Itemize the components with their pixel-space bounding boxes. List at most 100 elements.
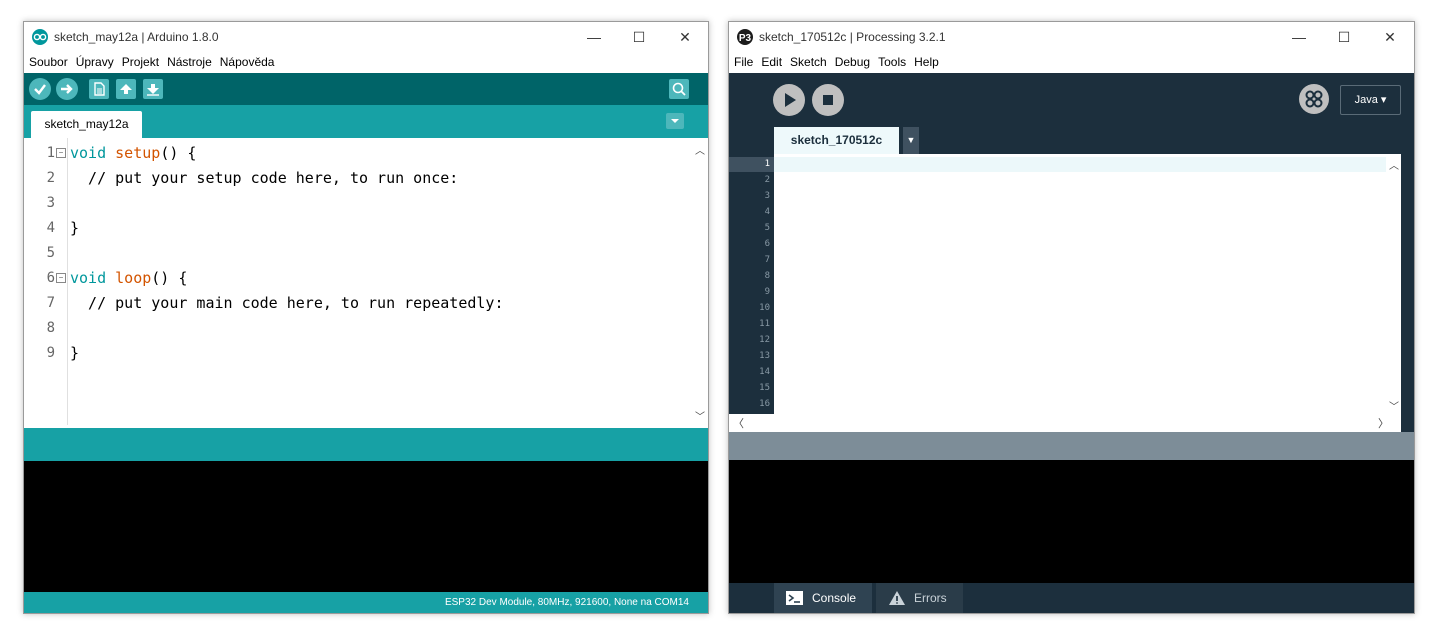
arrow-down-icon <box>147 84 159 96</box>
scroll-right-icon[interactable]: 〉 <box>1378 415 1389 431</box>
minimize-icon[interactable]: — <box>1276 22 1322 52</box>
mode-selector[interactable]: Java ▾ <box>1340 85 1401 115</box>
close-icon[interactable]: ✕ <box>662 22 708 52</box>
save-button[interactable] <box>143 79 163 99</box>
line-number: 6 <box>46 270 55 286</box>
chevron-down-icon <box>671 119 679 123</box>
run-button[interactable] <box>773 84 805 116</box>
line-number: 4 <box>764 207 770 217</box>
menu-napoveda[interactable]: Nápověda <box>216 52 279 72</box>
open-button[interactable] <box>116 79 136 99</box>
status-bar <box>729 432 1414 460</box>
line-number: 15 <box>759 383 770 393</box>
line-number: 11 <box>759 319 770 329</box>
line-number: 8 <box>46 320 55 336</box>
vertical-scrollbar[interactable]: ︿ ﹀ <box>692 138 708 425</box>
line-number: 9 <box>764 287 770 297</box>
menu-nastroje[interactable]: Nástroje <box>163 52 216 72</box>
tab-sketch[interactable]: sketch_170512c <box>774 127 899 154</box>
line-number: 7 <box>764 255 770 265</box>
line-number: 7 <box>46 295 55 311</box>
menu-debug[interactable]: Debug <box>831 52 874 72</box>
verify-button[interactable] <box>29 78 51 100</box>
menu-sketch[interactable]: Sketch <box>786 52 831 72</box>
keyword: void <box>70 144 107 162</box>
arrow-right-icon <box>61 84 73 94</box>
new-button[interactable] <box>89 79 109 99</box>
board-status: ESP32 Dev Module, 80MHz, 921600, None na… <box>444 597 689 608</box>
line-number: 5 <box>764 223 770 233</box>
console-output[interactable] <box>729 460 1414 583</box>
code-line-1: void setup() { <box>70 144 196 162</box>
code-editor[interactable]: 1 − 2 3 4 5 6 − 7 8 9 void setup() { // … <box>24 138 708 425</box>
new-file-icon <box>94 82 105 96</box>
line-number: 2 <box>46 170 55 186</box>
line-number: 10 <box>759 303 770 313</box>
scroll-up-icon[interactable]: ︿ <box>1389 157 1399 172</box>
close-icon[interactable]: ✕ <box>1367 22 1413 52</box>
menu-file[interactable]: File <box>729 52 757 72</box>
line-number: 6 <box>764 239 770 249</box>
maximize-icon[interactable]: ☐ <box>1321 22 1367 52</box>
keyword: void <box>70 269 107 287</box>
line-number: 5 <box>46 245 55 261</box>
line-gutter: 1 − 2 3 4 5 6 − 7 8 9 <box>24 138 68 425</box>
code-line-4: } <box>70 219 80 237</box>
scroll-up-icon[interactable]: ︿ <box>695 142 705 157</box>
stop-button[interactable] <box>812 84 844 116</box>
minimize-icon[interactable]: — <box>571 22 617 52</box>
menu-bar: File Edit Sketch Debug Tools Help <box>729 52 1414 72</box>
serial-monitor-button[interactable] <box>669 79 689 99</box>
fold-icon[interactable]: − <box>56 273 66 283</box>
line-number: 2 <box>764 175 770 185</box>
line-number: 3 <box>764 191 770 201</box>
title-bar: sketch_may12a | Arduino 1.8.0 — ☐ ✕ <box>24 22 708 52</box>
debugger-button[interactable] <box>1299 84 1329 114</box>
code-line-2: // put your setup code here, to run once… <box>70 169 459 187</box>
tab-menu-button[interactable]: ▼ <box>903 127 919 154</box>
processing-logo-icon: P3 <box>737 29 753 45</box>
code-editor[interactable] <box>774 154 1386 414</box>
scroll-left-icon[interactable]: 〈 <box>733 415 744 431</box>
line-number: 8 <box>764 271 770 281</box>
menu-tools[interactable]: Tools <box>874 52 910 72</box>
console-output[interactable] <box>24 461 708 592</box>
current-line-highlight <box>774 157 1386 172</box>
title-bar: P3 sketch_170512c | Processing 3.2.1 — ☐… <box>729 22 1414 52</box>
code-line-6: void loop() { <box>70 269 187 287</box>
processing-window: P3 sketch_170512c | Processing 3.2.1 — ☐… <box>728 21 1415 614</box>
menu-upravy[interactable]: Úpravy <box>72 52 118 72</box>
svg-text:P3: P3 <box>739 33 752 44</box>
menu-projekt[interactable]: Projekt <box>118 52 163 72</box>
console-tab[interactable]: Console <box>774 583 872 613</box>
fold-icon[interactable]: − <box>56 148 66 158</box>
line-number: 3 <box>46 195 55 211</box>
toolbar <box>24 73 708 105</box>
function-name: loop <box>115 269 152 287</box>
scroll-down-icon[interactable]: ﹀ <box>1389 398 1399 413</box>
warning-icon <box>888 583 906 613</box>
line-number: 9 <box>46 345 55 361</box>
menu-help[interactable]: Help <box>910 52 943 72</box>
maximize-icon[interactable]: ☐ <box>616 22 662 52</box>
line-number: 1 <box>764 159 770 169</box>
upload-button[interactable] <box>56 78 78 100</box>
arduino-logo-icon <box>32 29 48 45</box>
errors-tab[interactable]: Errors <box>876 583 963 613</box>
horizontal-scrollbar[interactable]: 〈 〉 <box>729 414 1401 432</box>
footer-tabs: Console Errors <box>729 583 1414 613</box>
menu-bar: Soubor Úpravy Projekt Nástroje Nápověda <box>24 52 708 72</box>
scroll-down-icon[interactable]: ﹀ <box>695 408 705 423</box>
tab-sketch[interactable]: sketch_may12a <box>31 111 142 138</box>
errors-tab-label: Errors <box>914 591 947 605</box>
arrow-up-icon <box>120 84 132 94</box>
board-status-bar: ESP32 Dev Module, 80MHz, 921600, None na… <box>24 592 708 613</box>
editor-margin <box>1401 73 1414 432</box>
header-toolbar: Java ▾ sketch_170512c ▼ <box>729 73 1414 163</box>
code-text: () { <box>151 269 188 287</box>
menu-soubor[interactable]: Soubor <box>24 52 72 72</box>
vertical-scrollbar[interactable]: ︿ ﹀ <box>1386 154 1401 414</box>
tab-menu-button[interactable] <box>666 113 684 129</box>
play-icon <box>785 93 796 107</box>
menu-edit[interactable]: Edit <box>757 52 786 72</box>
